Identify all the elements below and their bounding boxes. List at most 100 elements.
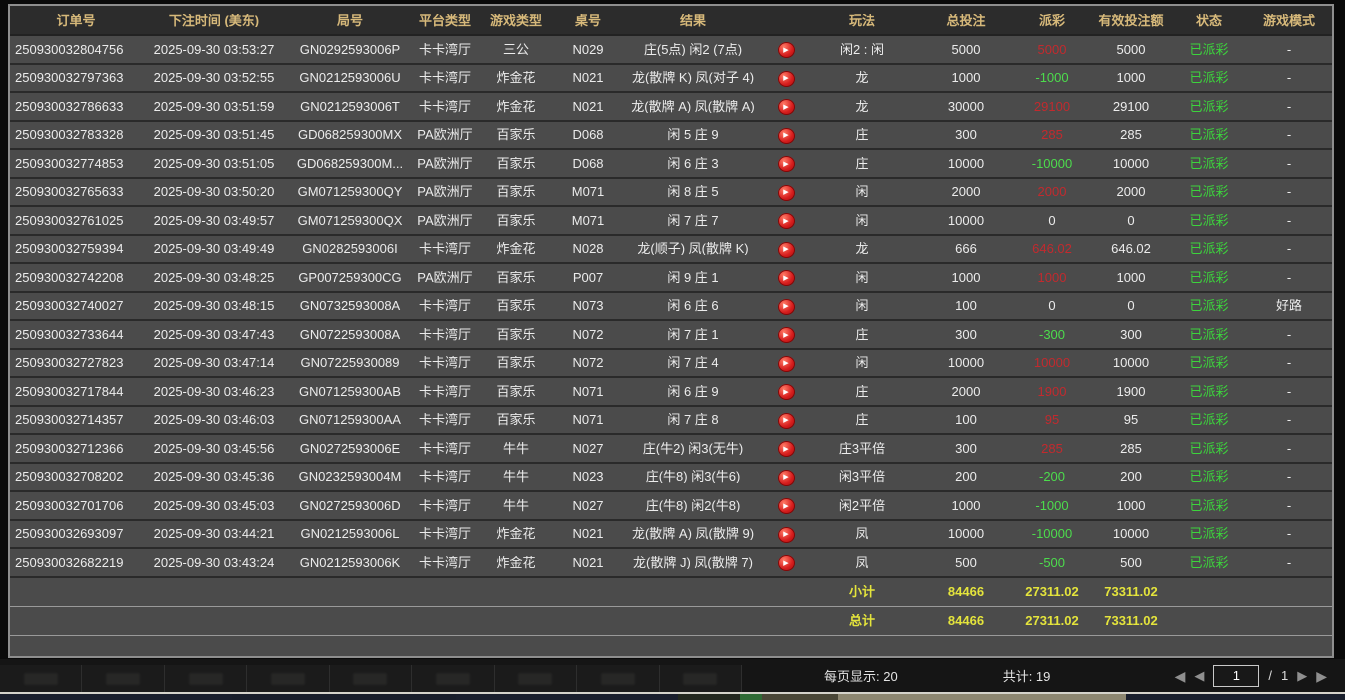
replay-button[interactable]: ▶	[778, 441, 795, 457]
cell-replay: ▶	[766, 69, 806, 87]
replay-button[interactable]: ▶	[778, 527, 795, 543]
dimmed-button-label	[24, 673, 58, 685]
pagination-zone: 每页显示: 20 共计: 19 ◀ ◀ 1 / 1 ▶ ▶	[742, 665, 1345, 687]
bet-records-table: 订单号 下注时间 (美东) 局号 平台类型 游戏类型 桌号 结果 玩法 总投注 …	[8, 4, 1334, 658]
cell-platform: 卡卡湾厅	[414, 556, 476, 569]
cell-valid-bet: 0	[1090, 214, 1172, 227]
cell-table-no: N023	[556, 470, 620, 483]
replay-button[interactable]: ▶	[778, 413, 795, 429]
table-row: 2509300327656332025-09-30 03:50:20GM0712…	[10, 179, 1332, 208]
cell-total-bet: 500	[918, 556, 1014, 569]
last-page-icon[interactable]: ▶	[1316, 669, 1327, 683]
cell-table-no: N021	[556, 527, 620, 540]
replay-button[interactable]: ▶	[778, 99, 795, 115]
cell-total-bet: 2000	[918, 385, 1014, 398]
dimmed-button	[247, 665, 329, 692]
cell-valid-bet: 646.02	[1090, 242, 1172, 255]
cell-payout: -1000	[1014, 71, 1090, 84]
replay-button[interactable]: ▶	[778, 470, 795, 486]
cell-round-id: GP007259300CG	[286, 271, 414, 284]
cell-order-id: 250930032786633	[10, 100, 142, 113]
cell-status: 已派彩	[1172, 43, 1246, 56]
replay-button[interactable]: ▶	[778, 384, 795, 400]
cell-order-id: 250930032765633	[10, 185, 142, 198]
cell-platform: 卡卡湾厅	[414, 71, 476, 84]
cell-payout: 1000	[1014, 271, 1090, 284]
cell-round-id: GN0212593006T	[286, 100, 414, 113]
cell-result: 闲 6 庄 9	[620, 385, 766, 398]
replay-button[interactable]: ▶	[778, 71, 795, 87]
cell-order-id: 250930032761025	[10, 214, 142, 227]
replay-button[interactable]: ▶	[778, 156, 795, 172]
replay-button[interactable]: ▶	[778, 270, 795, 286]
cell-play-type: 闲	[806, 271, 918, 284]
subtotal-payout: 27311.02	[1014, 585, 1090, 598]
table-row: 2509300327593942025-09-30 03:49:49GN0282…	[10, 236, 1332, 265]
dimmed-button-label	[271, 673, 305, 685]
first-page-icon[interactable]: ◀	[1175, 669, 1186, 683]
cell-valid-bet: 1900	[1090, 385, 1172, 398]
replay-button[interactable]: ▶	[778, 42, 795, 58]
cell-replay: ▶	[766, 354, 806, 372]
subtotal-label: 小计	[806, 585, 918, 598]
cell-bet-time: 2025-09-30 03:45:56	[142, 442, 286, 455]
replay-button[interactable]: ▶	[778, 185, 795, 201]
subtotal-valid: 73311.02	[1090, 585, 1172, 598]
cell-play-type: 凤	[806, 527, 918, 540]
table-body: 2509300328047562025-09-30 03:53:27GN0292…	[10, 36, 1332, 578]
cell-order-id: 250930032714357	[10, 413, 142, 426]
cell-bet-time: 2025-09-30 03:44:21	[142, 527, 286, 540]
cell-table-no: N073	[556, 299, 620, 312]
cell-table-no: N028	[556, 242, 620, 255]
cell-bet-time: 2025-09-30 03:47:14	[142, 356, 286, 369]
cell-status: 已派彩	[1172, 157, 1246, 170]
cell-payout: 285	[1014, 128, 1090, 141]
cell-bet-time: 2025-09-30 03:51:59	[142, 100, 286, 113]
cell-payout: -1000	[1014, 499, 1090, 512]
cell-game-mode: -	[1246, 328, 1332, 341]
col-header-status: 状态	[1172, 14, 1246, 27]
table-row: 2509300327973632025-09-30 03:52:55GN0212…	[10, 65, 1332, 94]
replay-button[interactable]: ▶	[778, 356, 795, 372]
cell-game-type: 百家乐	[476, 385, 556, 398]
cell-status: 已派彩	[1172, 100, 1246, 113]
cell-valid-bet: 10000	[1090, 157, 1172, 170]
col-header-platform: 平台类型	[414, 14, 476, 27]
cell-round-id: GN0722593008A	[286, 328, 414, 341]
cell-round-id: GN0282593006I	[286, 242, 414, 255]
page-input[interactable]: 1	[1213, 665, 1259, 687]
next-page-icon[interactable]: ▶	[1297, 669, 1307, 682]
cell-valid-bet: 1000	[1090, 271, 1172, 284]
cell-total-bet: 300	[918, 442, 1014, 455]
cell-valid-bet: 2000	[1090, 185, 1172, 198]
col-header-game-mode: 游戏模式	[1246, 14, 1332, 27]
cell-table-no: M071	[556, 185, 620, 198]
cell-replay: ▶	[766, 440, 806, 458]
cell-table-no: D068	[556, 157, 620, 170]
replay-button[interactable]: ▶	[778, 213, 795, 229]
cell-replay: ▶	[766, 155, 806, 173]
replay-button[interactable]: ▶	[778, 128, 795, 144]
cell-result: 龙(散牌 J) 凤(散牌 7)	[620, 556, 766, 569]
cell-payout: 5000	[1014, 43, 1090, 56]
dimmed-button	[412, 665, 494, 692]
replay-button[interactable]: ▶	[778, 498, 795, 514]
cell-table-no: N021	[556, 556, 620, 569]
replay-button[interactable]: ▶	[778, 555, 795, 571]
replay-button[interactable]: ▶	[778, 242, 795, 258]
prev-page-icon[interactable]: ◀	[1194, 669, 1204, 682]
cell-game-mode: -	[1246, 242, 1332, 255]
cell-order-id: 250930032733644	[10, 328, 142, 341]
table-row: 2509300326930972025-09-30 03:44:21GN0212…	[10, 521, 1332, 550]
cell-bet-time: 2025-09-30 03:48:25	[142, 271, 286, 284]
cell-bet-time: 2025-09-30 03:45:36	[142, 470, 286, 483]
table-row: 2509300327278232025-09-30 03:47:14GN0722…	[10, 350, 1332, 379]
replay-button[interactable]: ▶	[778, 327, 795, 343]
cell-play-type: 庄	[806, 413, 918, 426]
dimmed-button	[165, 665, 247, 692]
cell-play-type: 闲	[806, 214, 918, 227]
cell-valid-bet: 1000	[1090, 499, 1172, 512]
replay-button[interactable]: ▶	[778, 299, 795, 315]
cell-bet-time: 2025-09-30 03:43:24	[142, 556, 286, 569]
cell-valid-bet: 5000	[1090, 43, 1172, 56]
